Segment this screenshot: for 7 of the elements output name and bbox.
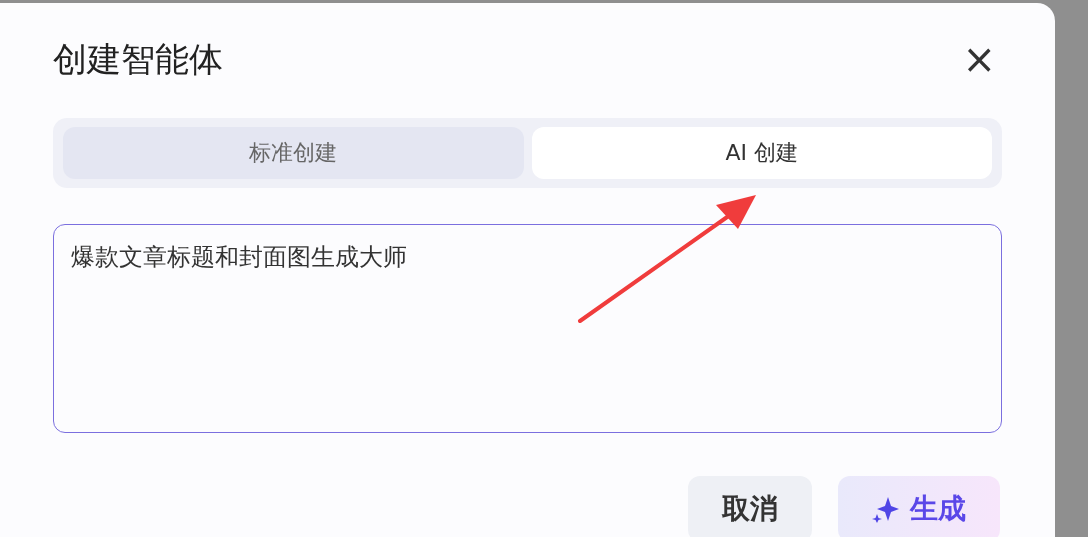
tab[interactable]: 标准创建 — [63, 126, 524, 179]
tab[interactable]: AI 创建 — [531, 126, 992, 179]
cancel-button[interactable]: 取消 — [688, 475, 812, 537]
close-button[interactable]: × — [956, 39, 1002, 80]
dialog-title: 创建智能体 — [53, 39, 223, 80]
prompt-field[interactable]: 爆款文章标题和封面图生成大师 — [53, 223, 1002, 433]
generate-button[interactable]: 生成 — [838, 475, 1000, 537]
